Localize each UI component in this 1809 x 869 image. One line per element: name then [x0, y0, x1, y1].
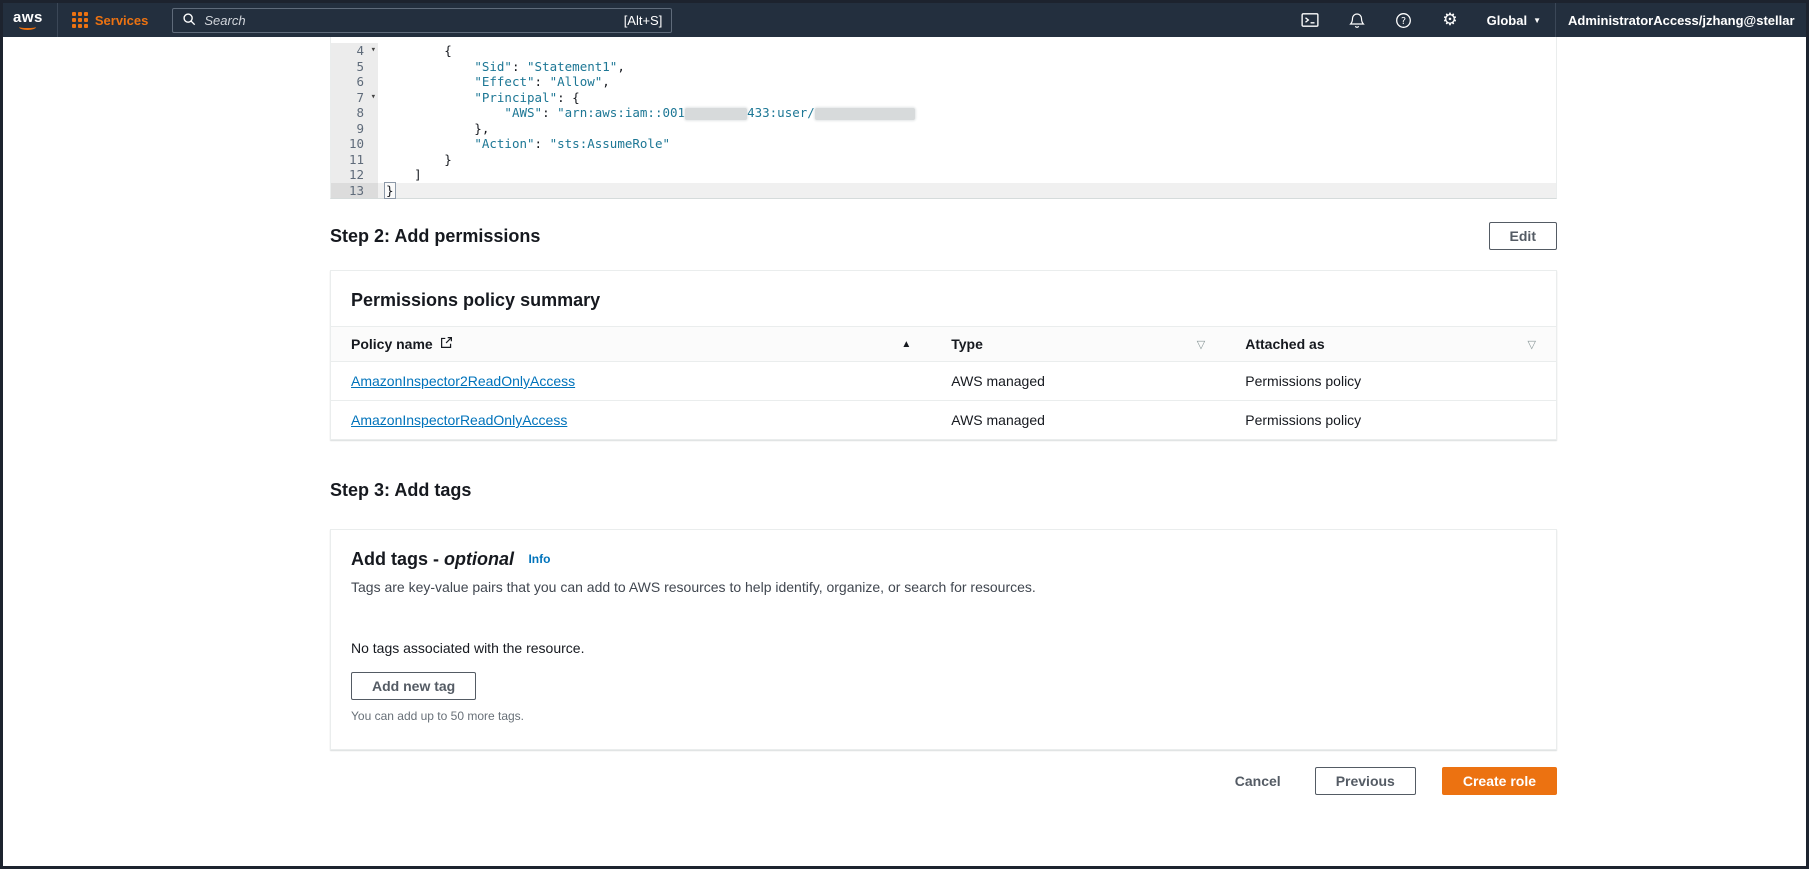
- region-label: Global: [1486, 12, 1528, 28]
- code-lines: { "Sid": "Statement1", "Effect": "Allow"…: [378, 43, 1556, 199]
- svg-text:?: ?: [1401, 15, 1406, 26]
- fold-arrow-icon[interactable]: ▾: [371, 43, 376, 59]
- add-tags-panel: Add tags - optional Info Tags are key-va…: [330, 529, 1557, 750]
- redacted-text: [685, 107, 748, 120]
- external-link-icon: [440, 336, 453, 352]
- gutter-line[interactable]: 4 ▾: [331, 43, 378, 59]
- main-content: 4 ▾ 5 6 7 ▾ 8 9 10 11 12 13 { "Sid": "Statement1", …: [330, 37, 1557, 825]
- tags-limit-text: You can add up to 50 more tags.: [351, 709, 525, 723]
- redacted-text: [814, 107, 915, 120]
- optional-label: optional: [444, 549, 514, 569]
- policy-name-header-label: Policy name: [351, 336, 433, 352]
- sort-ascending-icon[interactable]: ▲: [901, 339, 911, 350]
- gutter-line[interactable]: 7 ▾: [331, 90, 378, 106]
- filter-icon[interactable]: ▽: [1528, 338, 1536, 351]
- gutter-line[interactable]: 5: [331, 59, 378, 75]
- policy-attached-as-cell: Permissions policy: [1245, 412, 1362, 428]
- cloudshell-icon: [1301, 13, 1319, 27]
- step2-header-row: Step 2: Add permissions Edit: [330, 222, 1557, 250]
- gutter-line[interactable]: 8: [331, 105, 378, 121]
- code-line: "AWS": "arn:aws:iam::001 433:user/: [378, 105, 1556, 121]
- policy-table: Policy name ▲ Type ▽ Attached as ▽ Amazo…: [331, 326, 1556, 439]
- attached-as-header-label: Attached as: [1245, 336, 1325, 352]
- chevron-down-icon: ▼: [1533, 15, 1541, 25]
- column-header-attached-as[interactable]: Attached as ▽: [1225, 326, 1556, 362]
- filter-icon[interactable]: ▽: [1197, 338, 1205, 351]
- code-line: "Principal": {: [474, 89, 580, 105]
- nav-right-section: ? ⚙ Global ▼ AdministratorAccess/jzhang@…: [1286, 3, 1806, 37]
- gutter-line[interactable]: 13: [331, 182, 378, 198]
- policy-attached-as-cell: Permissions policy: [1225, 361, 1556, 401]
- code-line: "Effect": "Allow",: [474, 74, 610, 89]
- notifications-button[interactable]: [1334, 3, 1380, 37]
- code-gutter: 4 ▾ 5 6 7 ▾ 8 9 10 11 12 13: [331, 43, 378, 198]
- add-tags-title: Add tags - optional: [351, 549, 514, 569]
- add-tags-description: Tags are key-value pairs that you can ad…: [351, 579, 1036, 595]
- info-link[interactable]: Info: [528, 552, 550, 566]
- type-header-label: Type: [951, 336, 983, 352]
- gutter-line[interactable]: 12: [331, 167, 378, 183]
- gutter-line[interactable]: 10: [331, 136, 378, 152]
- step3-title: Step 3: Add tags: [330, 480, 472, 500]
- wizard-footer: Cancel Previous Create role: [330, 767, 1557, 825]
- permissions-panel-header: Permissions policy summary: [331, 271, 1556, 326]
- policy-table-header-row: Policy name ▲ Type ▽ Attached as ▽: [331, 326, 1556, 362]
- previous-button[interactable]: Previous: [1314, 767, 1416, 795]
- global-search[interactable]: [Alt+S]: [172, 7, 673, 33]
- cancel-button[interactable]: Cancel: [1227, 768, 1289, 794]
- bell-icon: [1349, 12, 1366, 28]
- account-label: AdministratorAccess/jzhang@stellar: [1568, 12, 1795, 28]
- search-input[interactable]: [204, 12, 616, 28]
- code-line: "Sid": "Statement1",: [474, 58, 625, 74]
- create-role-button[interactable]: Create role: [1441, 767, 1557, 795]
- tags-body: No tags associated with the resource. Ad…: [331, 610, 1556, 749]
- policy-name-link[interactable]: AmazonInspector2ReadOnlyAccess: [351, 373, 575, 389]
- column-header-policy-name[interactable]: Policy name ▲: [331, 326, 932, 362]
- services-menu[interactable]: Services: [58, 3, 163, 37]
- help-icon: ?: [1396, 12, 1412, 28]
- table-row: AmazonInspectorReadOnlyAccess AWS managed…: [331, 401, 1556, 440]
- edit-permissions-button[interactable]: Edit: [1488, 222, 1557, 250]
- aws-logo-text: aws: [13, 8, 43, 26]
- step2-title: Step 2: Add permissions: [330, 225, 541, 246]
- code-line: },: [384, 120, 490, 136]
- policy-type-cell: AWS managed: [931, 361, 1226, 401]
- search-icon: [182, 12, 196, 29]
- services-grid-icon: [71, 12, 88, 28]
- gutter-line[interactable]: 6: [331, 74, 378, 90]
- fold-arrow-icon[interactable]: ▾: [371, 90, 376, 106]
- add-new-tag-button[interactable]: Add new tag: [351, 672, 477, 700]
- permissions-panel-title: Permissions policy summary: [351, 290, 601, 310]
- services-label: Services: [94, 12, 149, 28]
- code-line: "Action": "sts:AssumeRole": [474, 136, 671, 151]
- aws-smile-icon: [19, 24, 37, 30]
- settings-button[interactable]: ⚙: [1427, 3, 1472, 37]
- help-button[interactable]: ?: [1380, 3, 1427, 37]
- code-line: }: [378, 181, 1556, 199]
- code-line: }: [384, 151, 452, 167]
- column-header-type[interactable]: Type ▽: [931, 326, 1226, 362]
- aws-logo[interactable]: aws: [3, 8, 57, 30]
- code-line: ]: [384, 167, 422, 182]
- table-row: AmazonInspector2ReadOnlyAccess AWS manage…: [331, 361, 1556, 401]
- step3-header-row: Step 3: Add tags: [330, 480, 1557, 501]
- gear-icon: ⚙: [1442, 9, 1458, 30]
- account-menu[interactable]: AdministratorAccess/jzhang@stellar: [1556, 13, 1806, 28]
- permissions-panel: Permissions policy summary Policy name ▲…: [330, 270, 1557, 440]
- cloudshell-button[interactable]: [1286, 3, 1334, 37]
- no-tags-message: No tags associated with the resource.: [351, 640, 585, 656]
- policy-table-body: AmazonInspector2ReadOnlyAccess AWS manage…: [331, 361, 1556, 440]
- top-navigation: aws Services [Alt+S] ? ⚙ Global ▼ A: [3, 3, 1806, 37]
- add-tags-panel-header: Add tags - optional Info Tags are key-va…: [331, 530, 1556, 610]
- search-shortcut-hint: [Alt+S]: [623, 12, 663, 28]
- trust-policy-editor[interactable]: 4 ▾ 5 6 7 ▾ 8 9 10 11 12 13 { "Sid": "Statement1", …: [330, 37, 1557, 199]
- gutter-line[interactable]: 11: [331, 152, 378, 168]
- code-line: {: [384, 43, 452, 58]
- policy-name-link[interactable]: AmazonInspectorReadOnlyAccess: [351, 412, 567, 428]
- region-selector[interactable]: Global ▼: [1473, 13, 1555, 28]
- gutter-line[interactable]: 9: [331, 121, 378, 137]
- policy-type-cell: AWS managed: [951, 412, 1045, 428]
